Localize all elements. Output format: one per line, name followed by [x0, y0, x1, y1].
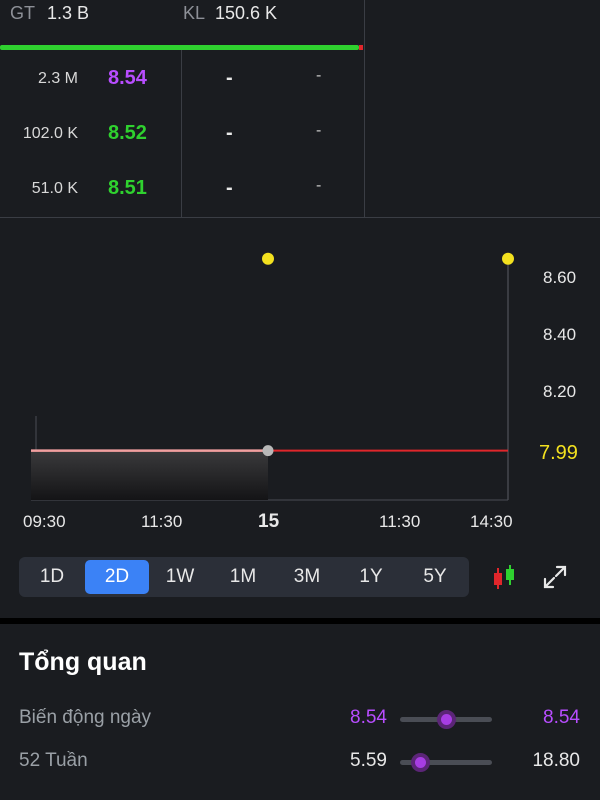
event-marker — [262, 252, 274, 265]
overview-section: Tổng quan Biến động ngày 8.54 8.54 52 Tu… — [0, 624, 600, 800]
kl-label: KL — [183, 3, 206, 23]
y-tick-label: 8.20 — [543, 382, 577, 401]
sell-volume-bar — [359, 45, 363, 50]
daily-range-row: Biến động ngày 8.54 8.54 — [0, 703, 600, 733]
daily-range-label: Biến động ngày — [19, 707, 152, 728]
ask-volume: - — [316, 177, 322, 194]
week52-low-value: 5.59 — [350, 750, 387, 771]
range-tab-1y[interactable]: 1Y — [339, 560, 403, 594]
x-tick-label: 11:30 — [379, 512, 421, 531]
x-tick-label: 09:30 — [23, 512, 66, 531]
bid-volume: 2.3 M — [37, 70, 78, 87]
y-tick-label: 8.60 — [543, 268, 577, 287]
range-tab-1w[interactable]: 1W — [149, 560, 211, 594]
buy-volume-bar — [0, 45, 359, 50]
bid-row[interactable]: 2.3 M 8.54 - - — [0, 65, 600, 95]
bid-row[interactable]: 102.0 K 8.52 - - — [0, 120, 600, 150]
y-tick-label: 8.40 — [543, 325, 577, 344]
week52-range-row: 52 Tuần 5.59 18.80 — [0, 746, 600, 776]
ask-volume: - — [316, 122, 322, 139]
range-tab-1m[interactable]: 1M — [211, 560, 275, 594]
x-tick-label: 14:30 — [470, 512, 513, 531]
kl-value: 150.6 K — [215, 3, 278, 23]
range-tab-3m[interactable]: 3M — [275, 560, 339, 594]
range-tab-2d[interactable]: 2D — [85, 560, 149, 594]
order-book: GT 1.3 B KL 150.6 K 2.3 M 8.54 - - 102.0… — [0, 0, 600, 218]
daily-range-marker — [436, 710, 456, 729]
daily-high-value: 8.54 — [543, 707, 580, 728]
range-tab-1d[interactable]: 1D — [19, 560, 85, 594]
event-marker — [502, 252, 514, 265]
bid-price: 8.52 — [108, 122, 147, 144]
time-range-selector: 1D 2D 1W 1M 3M 1Y 5Y — [19, 557, 469, 597]
gt-label: GT — [10, 3, 35, 23]
candlestick-icon[interactable] — [490, 563, 518, 591]
expand-icon[interactable] — [541, 563, 569, 591]
overview-title: Tổng quan — [19, 648, 147, 676]
ask-price: - — [226, 122, 233, 144]
ask-price: - — [226, 177, 233, 199]
ask-volume: - — [316, 67, 322, 84]
daily-low-value: 8.54 — [350, 707, 387, 728]
week52-high-value: 18.80 — [532, 750, 580, 771]
bid-row[interactable]: 51.0 K 8.51 - - — [0, 175, 600, 205]
ask-price: - — [226, 67, 233, 89]
reference-price-label: 7.99 — [539, 442, 578, 464]
bid-volume: 51.0 K — [31, 180, 78, 197]
x-tick-label-day: 15 — [258, 511, 280, 532]
bid-price: 8.54 — [108, 67, 147, 89]
week52-label: 52 Tuần — [19, 750, 88, 771]
x-tick-label: 11:30 — [141, 512, 183, 531]
bid-price: 8.51 — [108, 177, 147, 199]
week52-range-marker — [410, 753, 430, 772]
volume-area — [31, 450, 268, 500]
bid-volume: 102.0 K — [22, 125, 78, 142]
current-price-point — [262, 445, 274, 457]
gt-value: 1.3 B — [47, 3, 90, 23]
range-tab-5y[interactable]: 5Y — [403, 560, 467, 594]
